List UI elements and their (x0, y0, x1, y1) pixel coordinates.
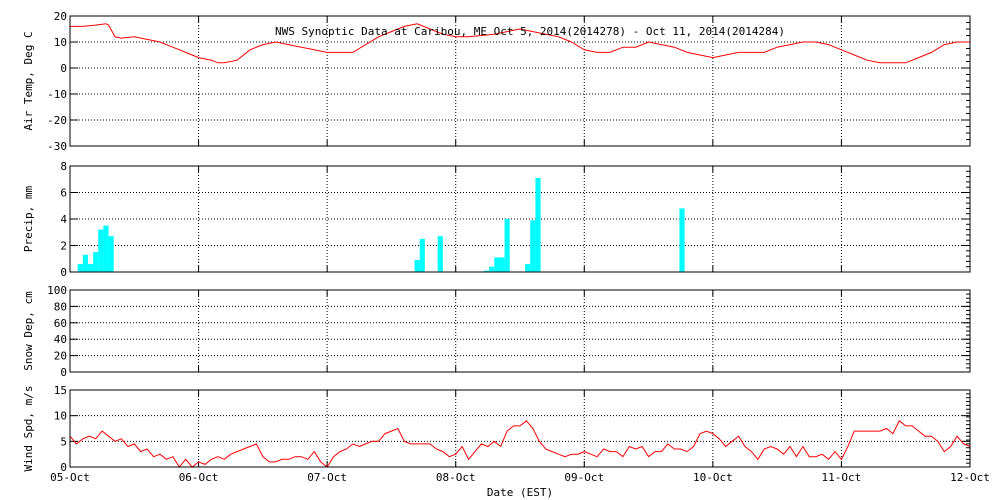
precip-bar (530, 220, 536, 272)
precip-bar (77, 264, 83, 272)
y-tick-label: 10 (54, 36, 67, 49)
precip-bar (499, 257, 505, 272)
precip-bar (419, 238, 425, 272)
chart-title: NWS Synoptic Data at Caribou, ME Oct 5, … (275, 25, 785, 38)
x-tick-label: 11-Oct (822, 471, 862, 484)
precip-bar (108, 236, 114, 272)
y-tick-label: 2 (60, 240, 67, 253)
y-tick-label: 10 (54, 410, 67, 423)
x-tick-label: 12-Oct (950, 471, 990, 484)
precip-bar (98, 229, 104, 272)
precip-bar (414, 260, 420, 272)
y-tick-label: 40 (54, 333, 67, 346)
precip-bar (103, 225, 109, 272)
precip-bar (494, 257, 500, 272)
y-tick-label: 0 (60, 62, 67, 75)
y-tick-label: 4 (60, 213, 67, 226)
y-tick-label: 80 (54, 300, 67, 313)
panel-4: 151050Wind Spd, m/s (22, 384, 971, 474)
panel-frame (69, 289, 971, 373)
precip-bar (489, 266, 495, 272)
y-tick-label: 20 (54, 10, 67, 23)
precip-bar (82, 254, 88, 272)
y-tick-label: -30 (47, 140, 67, 153)
x-tick-label: 07-Oct (307, 471, 347, 484)
precip-bar (93, 252, 99, 272)
y-tick-label: 100 (47, 284, 67, 297)
precip-bar (88, 264, 94, 272)
x-tick-label: 09-Oct (564, 471, 604, 484)
x-tick-label: 10-Oct (693, 471, 733, 484)
precip-bar (525, 264, 531, 272)
x-tick-label: 05-Oct (50, 471, 90, 484)
series-line (69, 420, 971, 468)
y-axis-label: Wind Spd, m/s (22, 385, 35, 471)
y-axis-label: Snow Dep, cm (22, 291, 35, 371)
x-tick-labels: 05-Oct 06-Oct 07-Oct 08-Oct 09-Oct 10-Oct 11-O… (50, 471, 990, 484)
x-tick-label: 06-Oct (179, 471, 219, 484)
y-tick-label: 6 (60, 187, 67, 200)
panel-3: 100 80 60 40 20 0 Snow Dep, cm (22, 284, 971, 379)
precip-bar (437, 236, 443, 272)
y-tick-label: 8 (60, 160, 67, 173)
x-tick-label: 08-Oct (436, 471, 476, 484)
synoptic-chart: 20100-10-20-30Air Temp, Deg C86420Precip… (22, 10, 990, 499)
y-tick-label: 60 (54, 317, 67, 330)
x-axis-label: Date (EST) (487, 486, 553, 499)
y-tick-label: -10 (47, 88, 67, 101)
y-axis-label: Precip, mm (22, 186, 35, 253)
y-tick-label: 20 (54, 350, 67, 363)
panel-2: 8 6 4 2 0 Precip, mm (22, 160, 971, 279)
y-tick-label: 15 (54, 384, 67, 397)
panel-frame (69, 389, 971, 468)
y-tick-label: 5 (60, 435, 67, 448)
precip-bar (504, 219, 510, 272)
y-tick-label: 0 (60, 366, 67, 379)
y-tick-label: 0 (60, 266, 67, 279)
y-axis-label: Air Temp, Deg C (22, 31, 35, 130)
precip-bar (679, 208, 685, 272)
y-tick-label: -20 (47, 114, 67, 127)
precip-bar (535, 177, 541, 272)
chart-panels: 20100-10-20-30Air Temp, Deg C86420Precip… (22, 10, 971, 474)
